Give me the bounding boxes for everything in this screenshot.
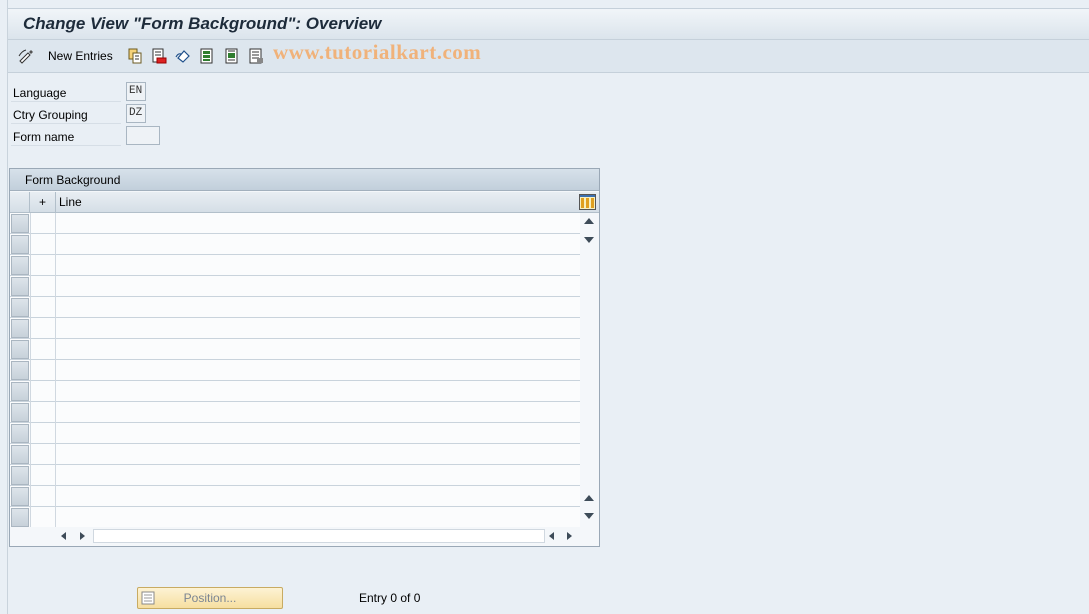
table-row[interactable] bbox=[10, 276, 580, 297]
row-selector-button[interactable] bbox=[11, 340, 29, 359]
watermark-text: www.tutorialkart.com bbox=[273, 40, 482, 64]
row-plus-cell[interactable] bbox=[30, 486, 56, 507]
table-row[interactable] bbox=[10, 507, 580, 528]
select-all-icon bbox=[200, 48, 213, 64]
select-block-icon bbox=[225, 48, 238, 64]
display-change-button[interactable] bbox=[18, 47, 34, 65]
copy-icon bbox=[128, 48, 142, 64]
row-plus-cell[interactable] bbox=[30, 276, 56, 297]
delete-button[interactable] bbox=[151, 47, 167, 65]
new-entries-button[interactable]: New Entries bbox=[48, 47, 113, 65]
scroll-down-icon[interactable] bbox=[584, 237, 594, 243]
select-block-button[interactable] bbox=[224, 47, 240, 65]
form-name-field-row: Form name bbox=[11, 126, 160, 146]
row-plus-cell[interactable] bbox=[30, 360, 56, 381]
row-plus-cell[interactable] bbox=[30, 213, 56, 234]
entry-count-text: Entry 0 of 0 bbox=[359, 591, 421, 605]
row-selector-button[interactable] bbox=[11, 361, 29, 380]
copy-button[interactable] bbox=[127, 47, 143, 65]
row-selector-button[interactable] bbox=[11, 403, 29, 422]
table-header: + Line bbox=[10, 192, 599, 213]
table-row[interactable] bbox=[10, 423, 580, 444]
select-all-button[interactable] bbox=[199, 47, 215, 65]
undo-icon bbox=[175, 50, 190, 63]
form-name-field[interactable] bbox=[126, 126, 160, 145]
row-plus-cell[interactable] bbox=[30, 297, 56, 318]
language-field-row: Language EN bbox=[11, 82, 151, 102]
application-toolbar: New Entries www.tutorialkart.com bbox=[8, 40, 1089, 73]
scroll-up-icon[interactable] bbox=[584, 218, 594, 224]
row-selector-button[interactable] bbox=[11, 424, 29, 443]
row-plus-cell[interactable] bbox=[30, 465, 56, 486]
row-plus-cell[interactable] bbox=[30, 318, 56, 339]
ctry-grouping-label: Ctry Grouping bbox=[11, 106, 121, 124]
scroll-page-down-icon[interactable] bbox=[584, 513, 594, 519]
vertical-scrollbar[interactable] bbox=[580, 213, 599, 527]
deselect-all-icon bbox=[249, 48, 263, 64]
row-selector-button[interactable] bbox=[11, 298, 29, 317]
sap-screen: Change View "Form Background": Overview … bbox=[7, 0, 1089, 614]
position-button-label: Position... bbox=[183, 591, 237, 605]
row-plus-cell[interactable] bbox=[30, 234, 56, 255]
row-plus-cell[interactable] bbox=[30, 444, 56, 465]
scroll-right-end-icon[interactable] bbox=[567, 532, 572, 540]
row-selector-button[interactable] bbox=[11, 487, 29, 506]
form-name-label: Form name bbox=[11, 128, 121, 146]
ctry-grouping-field[interactable]: DZ bbox=[126, 104, 146, 123]
row-selector-button[interactable] bbox=[11, 445, 29, 464]
horizontal-scrollbar[interactable] bbox=[10, 527, 599, 546]
table-row[interactable] bbox=[10, 297, 580, 318]
scroll-page-up-icon[interactable] bbox=[584, 495, 594, 501]
row-selector-button[interactable] bbox=[11, 214, 29, 233]
row-plus-cell[interactable] bbox=[30, 255, 56, 276]
row-selector-button[interactable] bbox=[11, 382, 29, 401]
horizontal-scroll-track[interactable] bbox=[93, 529, 545, 543]
ctry-grouping-field-row: Ctry Grouping DZ bbox=[11, 104, 151, 124]
language-label: Language bbox=[11, 84, 121, 102]
row-selector-button[interactable] bbox=[11, 235, 29, 254]
table-row[interactable] bbox=[10, 381, 580, 402]
scroll-right-icon[interactable] bbox=[80, 532, 85, 540]
select-all-rows-button[interactable] bbox=[10, 192, 30, 213]
table-title: Form Background bbox=[10, 169, 599, 191]
row-selector-button[interactable] bbox=[11, 277, 29, 296]
row-selector-button[interactable] bbox=[11, 508, 29, 527]
position-icon bbox=[141, 591, 155, 605]
table-row[interactable] bbox=[10, 255, 580, 276]
table-row[interactable] bbox=[10, 465, 580, 486]
table-row[interactable] bbox=[10, 486, 580, 507]
row-selector-button[interactable] bbox=[11, 256, 29, 275]
table-settings-icon[interactable] bbox=[579, 194, 596, 210]
row-plus-cell[interactable] bbox=[30, 381, 56, 402]
new-entries-label: New Entries bbox=[48, 49, 113, 63]
table-row[interactable] bbox=[10, 234, 580, 255]
table-row[interactable] bbox=[10, 360, 580, 381]
row-selector-button[interactable] bbox=[11, 319, 29, 338]
scroll-left-end-icon[interactable] bbox=[549, 532, 554, 540]
row-plus-cell[interactable] bbox=[30, 402, 56, 423]
table-row[interactable] bbox=[10, 213, 580, 234]
row-plus-cell[interactable] bbox=[30, 507, 56, 528]
row-selector-button[interactable] bbox=[11, 466, 29, 485]
scroll-left-icon[interactable] bbox=[61, 532, 66, 540]
column-header-line[interactable]: Line bbox=[57, 192, 82, 213]
column-header-plus[interactable]: + bbox=[30, 192, 56, 213]
language-field[interactable]: EN bbox=[126, 82, 146, 101]
deselect-all-button[interactable] bbox=[248, 47, 264, 65]
page-title: Change View "Form Background": Overview bbox=[23, 14, 382, 33]
table-row[interactable] bbox=[10, 318, 580, 339]
table-row[interactable] bbox=[10, 402, 580, 423]
delete-icon bbox=[152, 48, 167, 64]
row-plus-cell[interactable] bbox=[30, 339, 56, 360]
table-row[interactable] bbox=[10, 444, 580, 465]
table-rows bbox=[10, 213, 580, 528]
display-change-icon bbox=[18, 49, 33, 64]
table-row[interactable] bbox=[10, 339, 580, 360]
table-control: Form Background + Line bbox=[9, 168, 600, 547]
row-plus-cell[interactable] bbox=[30, 423, 56, 444]
title-bar: Change View "Form Background": Overview bbox=[8, 8, 1089, 40]
position-button[interactable]: Position... bbox=[137, 587, 283, 609]
undo-button[interactable] bbox=[175, 47, 191, 65]
